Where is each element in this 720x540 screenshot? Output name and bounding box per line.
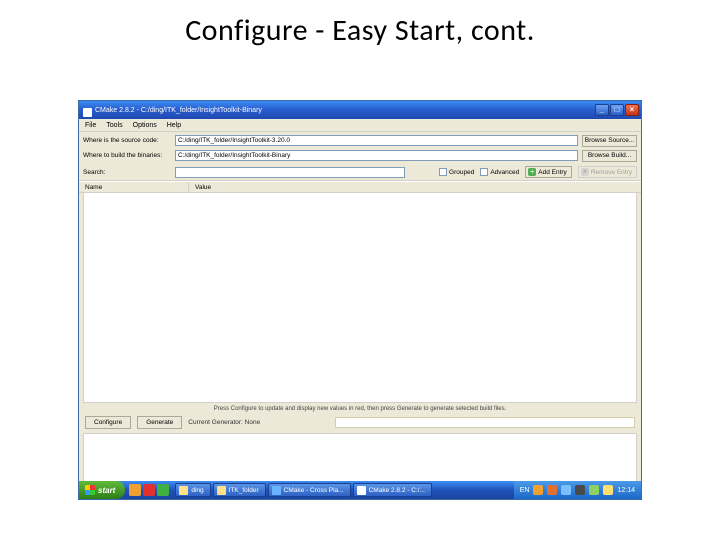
tray-icon[interactable] [575,485,585,495]
hint-text: Press Configure to update and display ne… [79,403,641,414]
menu-file[interactable]: File [85,122,96,129]
checkbox-icon [480,168,488,176]
windows-taskbar: start ding ITK_folder CMake - Cross Pla.… [79,481,641,499]
taskbar-button[interactable]: CMake 2.8.2 - C:/... [353,483,432,497]
search-row: Search: Grouped Advanced +Add Entry ×Rem… [79,166,641,181]
close-button[interactable]: × [625,104,639,116]
remove-entry-button: ×Remove Entry [578,166,637,178]
quicklaunch-icon[interactable] [143,484,155,496]
action-row: Configure Generate Current Generator: No… [79,414,641,431]
advanced-checkbox[interactable]: Advanced [480,168,519,176]
taskbar-buttons: ding ITK_folder CMake - Cross Pla... CMa… [175,483,432,497]
column-name-header[interactable]: Name [79,182,189,192]
tray-icon[interactable] [603,485,613,495]
clock[interactable]: 12:14 [617,487,635,494]
cmake-icon [357,486,366,495]
window-titlebar[interactable]: CMake 2.8.2 - C:/ding/ITK_folder/Insight… [79,101,641,119]
search-label: Search: [83,169,171,176]
slide-title: Configure - Easy Start, cont. [0,12,720,49]
x-icon: × [581,168,589,176]
column-value-header[interactable]: Value [189,182,641,192]
current-generator-label: Current Generator: None [188,419,260,426]
browse-source-button[interactable]: Browse Source... [582,135,637,147]
cache-column-headers: Name Value [79,181,641,193]
tray-icon[interactable] [547,485,557,495]
build-input[interactable]: C:/ding/ITK_folder/InsightToolkit-Binary [175,150,578,161]
build-label: Where to build the binaries: [83,152,171,159]
start-button[interactable]: start [79,481,125,499]
taskbar-button[interactable]: ITK_folder [213,483,266,497]
checkbox-icon [439,168,447,176]
taskbar-button[interactable]: ding [175,483,210,497]
folder-icon [179,486,188,495]
quicklaunch [129,484,169,496]
minimize-button[interactable]: _ [595,104,609,116]
menu-help[interactable]: Help [167,122,181,129]
source-input[interactable]: C:/ding/ITK_folder/InsightToolkit-3.20.0 [175,135,578,146]
add-entry-button[interactable]: +Add Entry [525,166,572,178]
browser-icon [272,486,281,495]
quicklaunch-icon[interactable] [157,484,169,496]
taskbar-button[interactable]: CMake - Cross Pla... [268,483,351,497]
windows-flag-icon [85,485,95,495]
tray-icon[interactable] [561,485,571,495]
cmake-window: CMake 2.8.2 - C:/ding/ITK_folder/Insight… [78,100,642,500]
cache-list[interactable] [83,193,637,403]
system-tray: EN 12:14 [514,481,641,499]
plus-icon: + [528,168,536,176]
progress-bar [335,417,635,428]
quicklaunch-icon[interactable] [129,484,141,496]
menu-options[interactable]: Options [133,122,157,129]
source-label: Where is the source code: [83,137,171,144]
tray-icon[interactable] [533,485,543,495]
path-section: Where is the source code: C:/ding/ITK_fo… [79,132,641,166]
configure-button[interactable]: Configure [85,416,131,429]
window-title: CMake 2.8.2 - C:/ding/ITK_folder/Insight… [81,107,262,114]
grouped-checkbox[interactable]: Grouped [439,168,474,176]
search-input[interactable] [175,167,405,178]
folder-icon [217,486,226,495]
generate-button[interactable]: Generate [137,416,182,429]
menubar: File Tools Options Help [79,119,641,132]
language-indicator[interactable]: EN [520,487,530,494]
maximize-button[interactable]: □ [610,104,624,116]
tray-icon[interactable] [589,485,599,495]
browse-build-button[interactable]: Browse Build... [582,150,637,162]
menu-tools[interactable]: Tools [106,122,122,129]
